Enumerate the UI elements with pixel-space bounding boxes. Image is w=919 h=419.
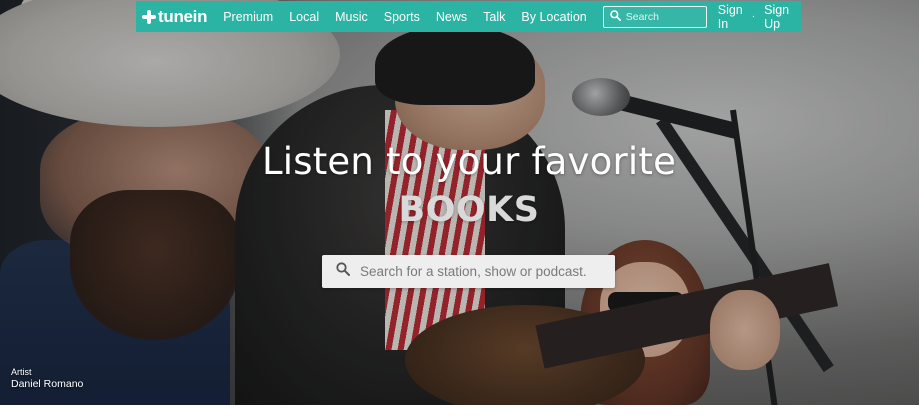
hero-category: BOOKS xyxy=(398,190,540,230)
nav-search-box[interactable] xyxy=(602,5,707,28)
sign-in-link[interactable]: Sign In xyxy=(718,3,743,31)
nav-link-premium[interactable]: Premium xyxy=(223,10,273,24)
tunein-plus-logo-icon xyxy=(142,9,156,24)
hero-search-input[interactable] xyxy=(360,264,600,279)
nav-link-music[interactable]: Music xyxy=(335,10,368,24)
nav-link-local[interactable]: Local xyxy=(289,10,319,24)
credit-label: Artist xyxy=(11,367,32,377)
auth-links: Sign In · Sign Up xyxy=(718,3,791,31)
nav-links: Premium Local Music Sports News Talk By … xyxy=(223,10,603,24)
nav-link-news[interactable]: News xyxy=(436,10,467,24)
hero-search-bar[interactable] xyxy=(322,255,615,288)
search-icon xyxy=(336,262,350,281)
nav-link-talk[interactable]: Talk xyxy=(483,10,505,24)
tunein-logo[interactable]: tunein xyxy=(142,6,208,27)
photo-credit: Artist Daniel Romano xyxy=(11,367,83,391)
hero-headline: Listen to your favorite xyxy=(261,140,677,183)
search-icon xyxy=(609,8,621,26)
nav-link-sports[interactable]: Sports xyxy=(384,10,420,24)
nav-link-by-location[interactable]: By Location xyxy=(521,10,586,24)
hero-section: Listen to your favorite BOOKS Artist Dan… xyxy=(0,0,919,405)
sign-up-link[interactable]: Sign Up xyxy=(764,3,791,31)
top-nav-bar: tunein Premium Local Music Sports News T… xyxy=(136,1,801,32)
credit-artist-name: Daniel Romano xyxy=(11,378,84,390)
auth-separator: · xyxy=(751,11,756,22)
logo-text: tunein xyxy=(158,6,208,26)
nav-search-input[interactable] xyxy=(625,10,706,23)
